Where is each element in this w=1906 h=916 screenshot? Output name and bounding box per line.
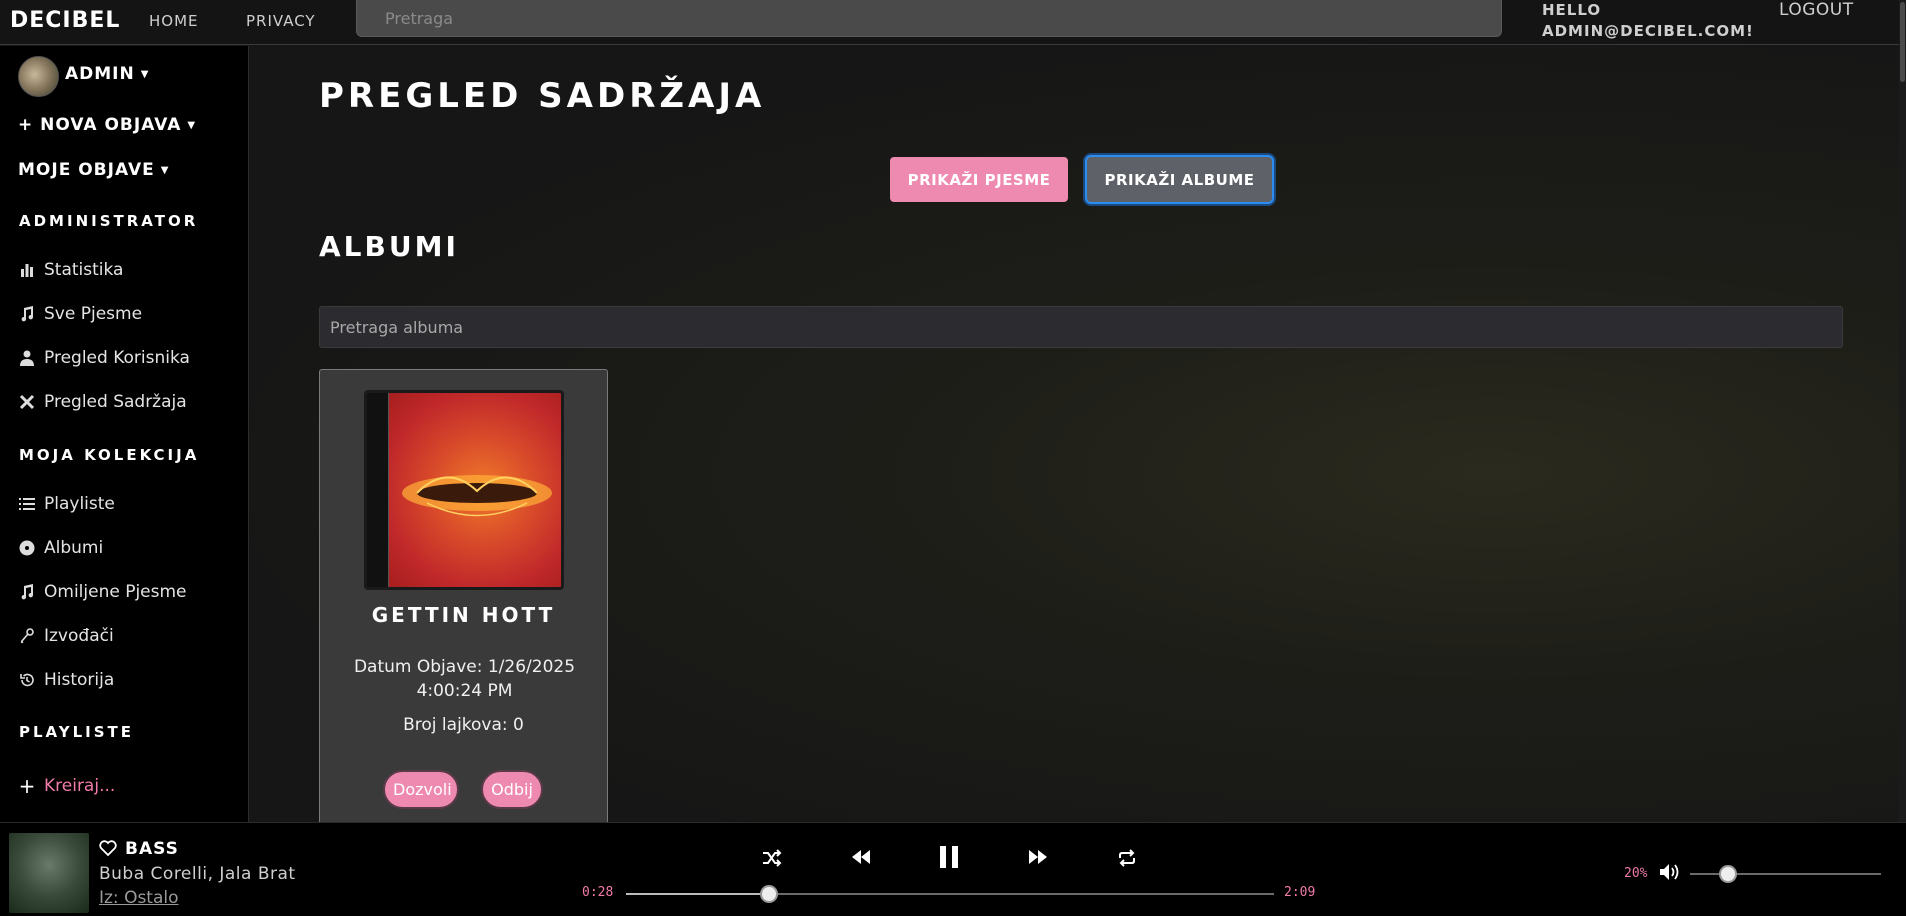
album-title: GETTIN HOTT [371,603,556,627]
user-icon [18,349,36,367]
album-card: GETTIN HOTT Datum Objave: 1/26/2025 4:00… [319,369,608,829]
top-navbar: DECIBEL HOME PRIVACY HELLO ADMIN@DECIBEL… [0,0,1906,45]
sidebar-item-label: Pregled Korisnika [44,348,190,368]
volume-icon[interactable] [1659,863,1681,881]
now-playing-artist: Buba Corelli, Jala Brat [99,864,296,884]
nav-privacy-link[interactable]: PRIVACY [246,12,316,30]
sidebar-item-label: Izvođači [44,626,114,646]
music-note-icon [18,583,36,601]
music-note-icon [18,305,36,323]
microphone-icon [18,627,36,645]
sidebar-item-label: Playliste [44,494,115,514]
volume-slider[interactable] [1690,865,1881,883]
hello-user-text: HELLO ADMIN@DECIBEL.COM! [1542,0,1754,42]
pause-icon[interactable] [939,845,959,869]
sidebar-item-label: Omiljene Pjesme [44,582,187,602]
collection-heading: MOJA KOLEKCIJA [19,446,200,464]
album-date: Datum Objave: 1/26/2025 4:00:24 PM [340,655,589,703]
logout-link[interactable]: LOGOUT [1779,0,1854,20]
sidebar-item-statistika[interactable]: Statistika [18,260,123,280]
sidebar-item-playliste[interactable]: Playliste [18,494,115,514]
sidebar: ADMIN ▼ + NOVA OBJAVA ▼ MOJE OBJAVE ▼ ADMIN… [0,46,249,822]
my-posts-dropdown[interactable]: MOJE OBJAVE ▼ [18,160,169,180]
heart-icon[interactable] [99,840,117,860]
list-icon [18,495,36,513]
volume-percent: 20% [1624,866,1648,881]
page-scrollbar[interactable] [1899,0,1906,822]
now-playing-title: BASS [125,839,179,859]
repeat-icon[interactable] [1117,849,1137,867]
shuffle-icon[interactable] [762,849,782,867]
sidebar-item-sve-pjesme[interactable]: Sve Pjesme [18,304,142,324]
total-time: 2:09 [1284,885,1316,900]
sidebar-item-label: Statistika [44,260,124,280]
user-dropdown[interactable]: ADMIN ▼ [65,64,149,84]
my-posts-label: MOJE OBJAVE [18,160,155,180]
new-post-dropdown[interactable]: + NOVA OBJAVA ▼ [18,115,196,135]
fast-forward-icon[interactable] [1028,849,1048,865]
main-content: PREGLED SADRŽAJA PRIKAŽI PJESME PRIKAŽI … [249,46,1906,829]
sidebar-item-label: Historija [44,670,115,690]
progress-thumb[interactable] [759,885,778,903]
brand-logo[interactable]: DECIBEL [10,8,120,33]
now-playing-cover[interactable] [9,833,89,913]
sidebar-item-label: Sve Pjesme [44,304,143,324]
date-label: Datum Objave: [353,657,483,677]
admin-heading: ADMINISTRATOR [19,212,199,230]
progress-fill [626,893,769,895]
current-time: 0:28 [582,885,614,900]
playlists-heading: PLAYLISTE [19,723,135,741]
search-input[interactable] [356,0,1502,37]
progress-bar[interactable] [626,885,1274,903]
approve-button[interactable]: Dozvoli [383,770,459,809]
create-playlist-label: Kreiraj... [44,776,116,796]
tools-icon [18,393,36,411]
user-name: ADMIN [65,64,135,84]
scrollbar-thumb[interactable] [1900,2,1905,82]
user-email: ADMIN@DECIBEL.COM! [1542,22,1754,40]
sidebar-item-izvodjaci[interactable]: Izvođači [18,626,114,646]
sidebar-item-pregled-korisnika[interactable]: Pregled Korisnika [18,348,190,368]
now-playing-source[interactable]: Iz: Ostalo [99,888,179,908]
caret-down-icon: ▼ [160,164,170,176]
new-post-label: + NOVA OBJAVA [18,115,182,135]
sidebar-item-historija[interactable]: Historija [18,670,114,690]
album-search-input[interactable] [319,306,1843,348]
chart-icon [18,261,36,279]
caret-down-icon: ▼ [140,68,150,80]
show-songs-button[interactable]: PRIKAŽI PJESME [890,157,1068,202]
cover-flame-graphic [402,475,552,517]
sidebar-item-pregled-sadrzaja[interactable]: Pregled Sadržaja [18,392,187,412]
sidebar-item-albumi[interactable]: Albumi [18,538,103,558]
disc-icon [18,539,36,557]
album-cover [364,390,564,590]
sidebar-item-label: Albumi [44,538,104,558]
cover-strip [367,393,389,587]
reject-button[interactable]: Odbij [481,770,543,809]
create-playlist-link[interactable]: + Kreiraj... [18,774,116,798]
show-albums-button[interactable]: PRIKAŽI ALBUME [1085,155,1274,204]
rewind-icon[interactable] [851,849,871,865]
music-player: BASS Buba Corelli, Jala Brat Iz: Ostalo … [0,822,1906,916]
page-title: PREGLED SADRŽAJA [319,76,766,116]
plus-icon: + [18,774,36,798]
volume-thumb[interactable] [1719,865,1738,883]
caret-down-icon: ▼ [187,119,197,131]
avatar[interactable] [18,56,59,97]
album-likes: Broj lajkova: 0 [403,715,524,735]
hello-line: HELLO [1542,1,1602,19]
nav-home-link[interactable]: HOME [149,12,199,30]
history-icon [18,671,36,689]
section-title: ALBUMI [319,230,459,263]
sidebar-item-label: Pregled Sadržaja [44,392,187,412]
sidebar-item-omiljene-pjesme[interactable]: Omiljene Pjesme [18,582,187,602]
